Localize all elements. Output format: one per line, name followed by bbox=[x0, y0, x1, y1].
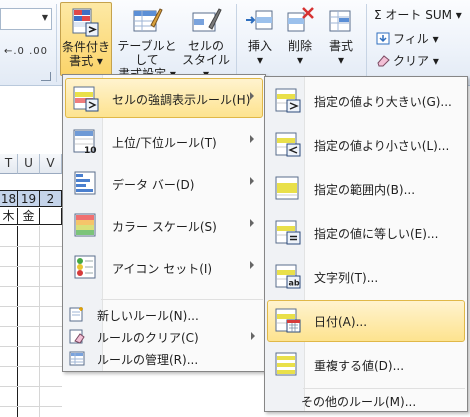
format-cells-icon bbox=[329, 10, 351, 32]
svg-text:ab: ab bbox=[289, 279, 300, 288]
table-cell[interactable]: 18 bbox=[0, 190, 18, 207]
submenu-arrow-icon bbox=[250, 177, 254, 185]
submenu-item-more-rules[interactable]: その他のルール(M)... bbox=[267, 389, 465, 411]
gridline bbox=[0, 366, 62, 367]
autosum-button[interactable]: Σ オート SUM ▾ bbox=[374, 6, 462, 23]
table-cell[interactable]: 2 bbox=[40, 190, 62, 207]
gridline bbox=[0, 266, 62, 267]
submenu-item-text-contains[interactable]: ab 文字列(T)... bbox=[267, 256, 465, 298]
conditional-formatting-menu: セルの強調表示ルール(H) 10 上位/下位ルール(T) データ バー(D) カ… bbox=[62, 74, 266, 372]
menu-item-color-scales[interactable]: カラー スケール(S) bbox=[65, 205, 263, 245]
format-as-table-button[interactable]: テーブルとして 書式設定 ▾ bbox=[114, 2, 180, 81]
menu-item-data-bars[interactable]: データ バー(D) bbox=[65, 163, 263, 203]
submenu-arrow-icon bbox=[250, 135, 254, 143]
gridline bbox=[0, 406, 62, 407]
fill-button[interactable]: フィル ▾ bbox=[376, 30, 439, 47]
text-contains-icon: ab bbox=[275, 264, 301, 289]
between-icon bbox=[275, 176, 299, 200]
new-rule-icon bbox=[69, 307, 83, 322]
number-format-dropdown[interactable]: ▼ bbox=[0, 8, 52, 30]
decimal-buttons[interactable]: ←.0 .00 bbox=[4, 46, 48, 57]
cell-styles-button[interactable]: セルの スタイル ▾ bbox=[182, 2, 230, 81]
cell-styles-icon bbox=[192, 8, 222, 32]
icon-sets-icon bbox=[74, 255, 96, 279]
menu-item-icon-sets[interactable]: アイコン セット(I) bbox=[65, 247, 263, 287]
submenu-item-greater-than[interactable]: 指定の値より大きい(G)... bbox=[267, 80, 465, 122]
column-header[interactable]: U bbox=[18, 154, 40, 174]
menu-item-manage-rules[interactable]: ルールの管理(R)... bbox=[65, 347, 263, 369]
menu-item-new-rule[interactable]: 新しいルール(N)... bbox=[65, 303, 263, 325]
table-style-icon bbox=[133, 8, 163, 32]
equal-to-icon bbox=[275, 220, 301, 245]
submenu-item-duplicate-values[interactable]: 重複する値(D)... bbox=[267, 344, 465, 386]
insert-cells-icon bbox=[246, 10, 273, 30]
gridline bbox=[0, 326, 62, 327]
gridline bbox=[0, 386, 62, 387]
gridline bbox=[0, 306, 62, 307]
format-button[interactable]: 書式 ▾ bbox=[322, 2, 360, 76]
date-occurring-icon bbox=[275, 308, 301, 333]
number-group-launcher-icon[interactable] bbox=[41, 72, 51, 81]
table-cell[interactable]: 木 bbox=[0, 208, 18, 225]
clear-rules-icon bbox=[69, 329, 85, 344]
gridline bbox=[0, 246, 62, 247]
submenu-arrow-icon bbox=[250, 219, 254, 227]
gridline bbox=[0, 346, 62, 347]
insert-button[interactable]: 挿入 ▾ bbox=[242, 2, 278, 76]
manage-rules-icon bbox=[69, 351, 85, 366]
submenu-item-between[interactable]: 指定の範囲内(B)... bbox=[267, 168, 465, 210]
less-than-icon bbox=[275, 132, 301, 157]
data-bars-icon bbox=[74, 171, 96, 195]
fill-down-icon bbox=[376, 32, 390, 45]
gridline bbox=[39, 226, 40, 417]
eraser-icon bbox=[377, 55, 390, 67]
greater-than-icon bbox=[275, 88, 301, 113]
group-divider bbox=[366, 4, 367, 82]
conditional-formatting-button[interactable]: 条件付き 書式 ▾ bbox=[60, 2, 112, 76]
submenu-item-less-than[interactable]: 指定の値より小さい(L)... bbox=[267, 124, 465, 166]
duplicate-values-icon bbox=[275, 352, 297, 376]
highlight-rules-icon bbox=[73, 86, 99, 112]
border-line bbox=[17, 226, 18, 417]
menu-item-top-bottom[interactable]: 10 上位/下位ルール(T) bbox=[65, 121, 263, 161]
top-bottom-icon: 10 bbox=[73, 129, 97, 155]
submenu-arrow-icon bbox=[250, 92, 254, 100]
svg-text:10: 10 bbox=[84, 146, 97, 155]
column-header[interactable]: T bbox=[0, 154, 18, 174]
submenu-item-date-occurring[interactable]: 日付(A)... bbox=[267, 300, 465, 342]
group-divider bbox=[236, 4, 237, 82]
menu-separator bbox=[101, 299, 263, 300]
table-cell[interactable]: 19 bbox=[18, 190, 40, 207]
clear-button[interactable]: クリア ▾ bbox=[376, 52, 439, 69]
submenu-arrow-icon bbox=[250, 261, 254, 269]
group-divider bbox=[56, 4, 57, 82]
delete-cells-icon bbox=[287, 7, 314, 32]
table-cell[interactable]: 金 bbox=[18, 208, 40, 225]
menu-item-highlight-rules[interactable]: セルの強調表示ルール(H) bbox=[65, 78, 263, 118]
table-cell[interactable] bbox=[40, 208, 62, 225]
highlight-rules-submenu: 指定の値より大きい(G)... 指定の値より小さい(L)... 指定の範囲内(B… bbox=[264, 76, 468, 412]
column-header[interactable]: V bbox=[40, 154, 62, 174]
color-scale-icon bbox=[74, 213, 96, 237]
conditional-formatting-icon bbox=[72, 8, 99, 37]
chevron-down-icon: ▼ bbox=[41, 13, 48, 22]
delete-button[interactable]: 削除 ▾ bbox=[282, 2, 318, 76]
submenu-item-equal-to[interactable]: 指定の値に等しい(E)... bbox=[267, 212, 465, 254]
gridline bbox=[0, 286, 62, 287]
submenu-arrow-icon bbox=[251, 332, 255, 340]
menu-item-clear-rules[interactable]: ルールのクリア(C) bbox=[65, 325, 263, 347]
